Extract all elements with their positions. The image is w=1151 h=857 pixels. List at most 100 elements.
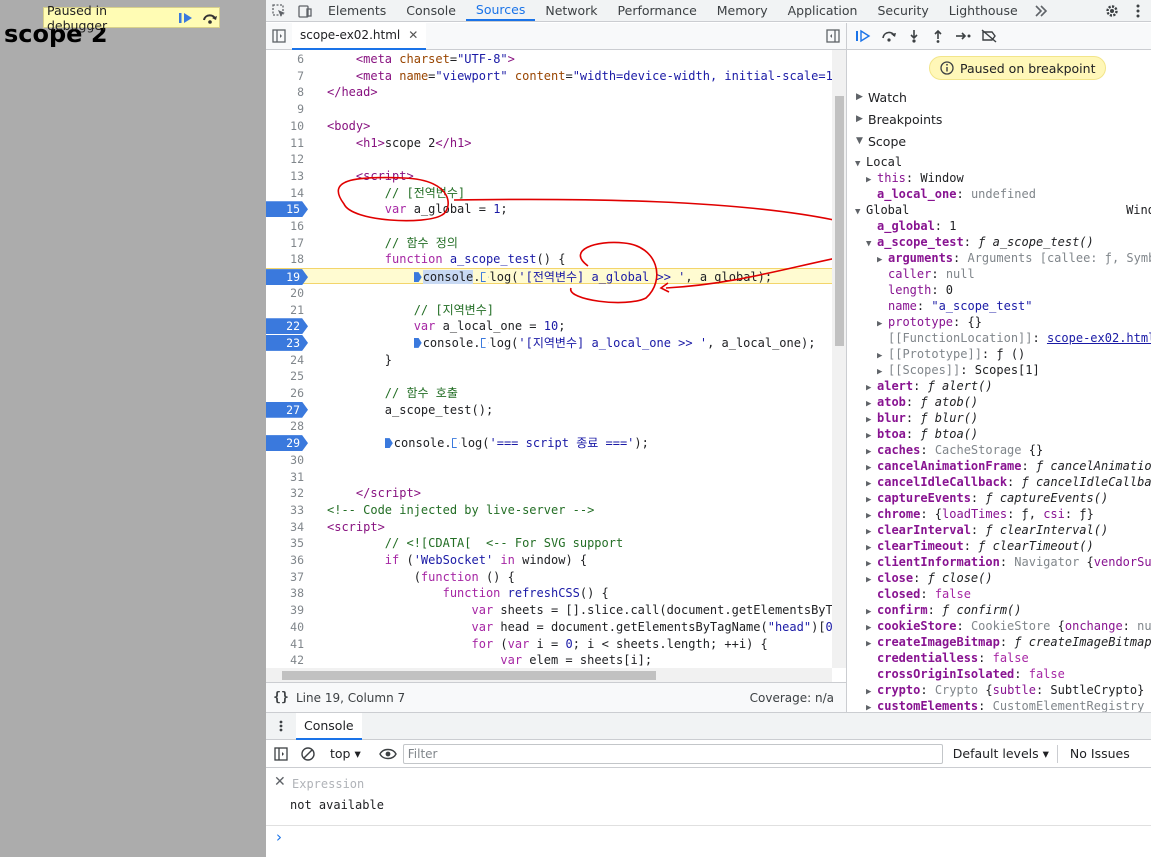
tab-security[interactable]: Security: [867, 0, 938, 21]
scope-property-row[interactable]: ▶ atob: ƒ atob(): [847, 394, 1151, 410]
console-filter-input[interactable]: Filter: [402, 743, 943, 764]
tab-console[interactable]: Console: [396, 0, 466, 21]
scope-property-row[interactable]: ▶cancelAnimationFrame: ƒ cancelAnimation…: [847, 458, 1151, 474]
resume-button[interactable]: [855, 29, 871, 43]
toggle-navigator-button[interactable]: [266, 29, 292, 43]
scope-property-row[interactable]: ▶ close: ƒ close(): [847, 570, 1151, 586]
tab-memory[interactable]: Memory: [707, 0, 778, 21]
settings-button[interactable]: [1099, 0, 1125, 21]
tab-sources[interactable]: Sources: [465, 0, 536, 21]
code-horizontal-scrollbar[interactable]: [266, 668, 832, 682]
console-drawer: Console top ▾ Filter Default levels ▾ No…: [266, 712, 1151, 857]
scope-section-header[interactable]: ▼ Scope: [847, 130, 1151, 152]
scope-property-row[interactable]: ▶ crypto: Crypto {subtle: SubtleCrypto}: [847, 682, 1151, 698]
scope-property-row[interactable]: ▶ confirm: ƒ confirm(): [847, 602, 1151, 618]
scope-property-row[interactable]: ▶ this: Window: [847, 170, 1151, 186]
customize-menu-button[interactable]: [1125, 0, 1151, 21]
step-into-button[interactable]: [907, 29, 921, 43]
scope-property-row[interactable]: ▶ prototype: {}: [847, 314, 1151, 330]
scope-property-text: Global Window: [866, 203, 1151, 217]
scope-property-text: credentialless: false: [877, 651, 1029, 665]
collapsed-triangle-icon[interactable]: ▶: [866, 700, 877, 712]
scope-property-row[interactable]: ▼ Global Window: [847, 202, 1151, 218]
step-button[interactable]: [955, 29, 971, 43]
annotation-overlay: [337, 176, 846, 304]
scope-property-row[interactable]: ▶ chrome: {loadTimes: ƒ, csi: ƒ}: [847, 506, 1151, 522]
annotation-circle-a-global-log: [570, 241, 658, 304]
scope-property-row[interactable]: ▶ clearTimeout: ƒ clearTimeout(): [847, 538, 1151, 554]
live-expression-button[interactable]: [378, 748, 397, 760]
drawer-menu-button[interactable]: [266, 720, 296, 732]
clear-console-button[interactable]: [296, 746, 320, 761]
tab-lighthouse[interactable]: Lighthouse: [939, 0, 1028, 21]
kebab-menu-icon: [279, 720, 283, 732]
scope-property-row[interactable]: ▶arguments: Arguments [callee: ƒ, Symbol…: [847, 250, 1151, 266]
breakpoints-section-header[interactable]: ▶ Breakpoints: [847, 108, 1151, 130]
issues-counter[interactable]: No Issues: [1070, 746, 1130, 761]
tab-elements[interactable]: Elements: [318, 0, 396, 21]
resume-button[interactable]: [177, 10, 195, 26]
drawer-tab-console[interactable]: Console: [296, 712, 362, 740]
more-tabs-button[interactable]: [1028, 0, 1054, 21]
scope-property-row[interactable]: ▶clientInformation: Navigator {vendorSub…: [847, 554, 1151, 570]
inspected-page: scope 2 Paused in debugger: [0, 0, 266, 857]
close-icon[interactable]: ✕: [408, 28, 418, 42]
console-sidebar-button[interactable]: [266, 746, 296, 761]
console-prompt-line[interactable]: ›: [266, 826, 1151, 856]
scope-property-text: crossOriginIsolated: false: [877, 667, 1065, 681]
file-tab[interactable]: scope-ex02.html ✕: [292, 22, 427, 50]
context-selector[interactable]: top ▾: [330, 746, 361, 761]
scope-property-row[interactable]: ▶ alert: ƒ alert(): [847, 378, 1151, 394]
scope-property-row[interactable]: ▼ a_scope_test: ƒ a_scope_test(): [847, 234, 1151, 250]
annotation-arrow-to-global: [453, 198, 846, 223]
close-icon[interactable]: ✕: [274, 774, 286, 790]
scope-property-text: crypto: Crypto {subtle: SubtleCrypto}: [877, 683, 1145, 697]
step-over-overlay-button[interactable]: [201, 10, 219, 26]
step-out-button[interactable]: [931, 29, 945, 43]
scope-property-row: a_local_one: undefined: [847, 186, 1151, 202]
devtools-panel: Elements Console Sources Network Perform…: [266, 0, 1151, 857]
scope-property-text: prototype: {}: [888, 315, 982, 329]
scope-property-row: closed: false: [847, 586, 1151, 602]
deactivate-breakpoints-button[interactable]: [981, 29, 997, 43]
scope-property-row[interactable]: ▶ [[Prototype]]: ƒ (): [847, 346, 1151, 362]
tab-network[interactable]: Network: [535, 0, 607, 21]
scope-property-row[interactable]: ▶ createImageBitmap: ƒ createImageBitmap(…: [847, 634, 1151, 650]
log-levels-dropdown[interactable]: Default levels ▾: [953, 746, 1049, 761]
tab-performance[interactable]: Performance: [608, 0, 707, 21]
tab-application[interactable]: Application: [778, 0, 868, 21]
scope-property-row[interactable]: ▶ caches: CacheStorage {}: [847, 442, 1151, 458]
scope-property-row[interactable]: ▶ clearInterval: ƒ clearInterval(): [847, 522, 1151, 538]
watch-section-header[interactable]: ▶ Watch: [847, 86, 1151, 108]
scope-property-row[interactable]: ▼ Local: [847, 154, 1151, 170]
scope-property-text: clearTimeout: ƒ clearTimeout(): [877, 539, 1094, 553]
device-toolbar-button[interactable]: [292, 0, 318, 21]
scope-property-row[interactable]: ▶ captureEvents: ƒ captureEvents(): [847, 490, 1151, 506]
scope-property-row[interactable]: ▶cancelIdleCallback: ƒ cancelIdleCallbac…: [847, 474, 1151, 490]
scope-property-text: customElements: CustomElementRegistry {}: [877, 699, 1145, 712]
step-over-icon: [882, 31, 896, 42]
filter-placeholder: Filter: [407, 746, 438, 761]
step-over-button[interactable]: [881, 29, 897, 43]
sources-editor-toolbar: scope-ex02.html ✕: [266, 22, 846, 50]
triangle-down-icon: ▾: [1042, 746, 1049, 761]
scope-property-row[interactable]: ▶ [[Scopes]]: Scopes[1]: [847, 362, 1151, 378]
scope-property-row[interactable]: ▶customElements: CustomElementRegistry {…: [847, 698, 1151, 712]
scope-label: Scope: [868, 133, 907, 149]
breakpoint-off-icon: [981, 29, 997, 43]
scope-property-row[interactable]: ▶ btoa: ƒ btoa(): [847, 426, 1151, 442]
scope-property-text: name: "a_scope_test": [888, 299, 1033, 313]
expression-input[interactable]: Expression: [292, 777, 364, 791]
context-value: top: [330, 746, 351, 761]
code-vertical-scrollbar[interactable]: [832, 50, 846, 668]
scroll-thumb[interactable]: [835, 96, 844, 346]
inspect-element-button[interactable]: [266, 0, 292, 21]
scope-property-text: alert: ƒ alert(): [877, 379, 993, 393]
scroll-thumb[interactable]: [282, 671, 656, 680]
scope-property-row[interactable]: ▶ blur: ƒ blur(): [847, 410, 1151, 426]
scope-property-text: cookieStore: CookieStore {onchange: null…: [877, 619, 1151, 633]
toggle-debugger-sidebar-button[interactable]: [820, 29, 846, 43]
watch-label: Watch: [868, 89, 907, 105]
scope-property-row[interactable]: ▶cookieStore: CookieStore {onchange: nul…: [847, 618, 1151, 634]
pretty-print-icon[interactable]: {}: [266, 690, 296, 705]
